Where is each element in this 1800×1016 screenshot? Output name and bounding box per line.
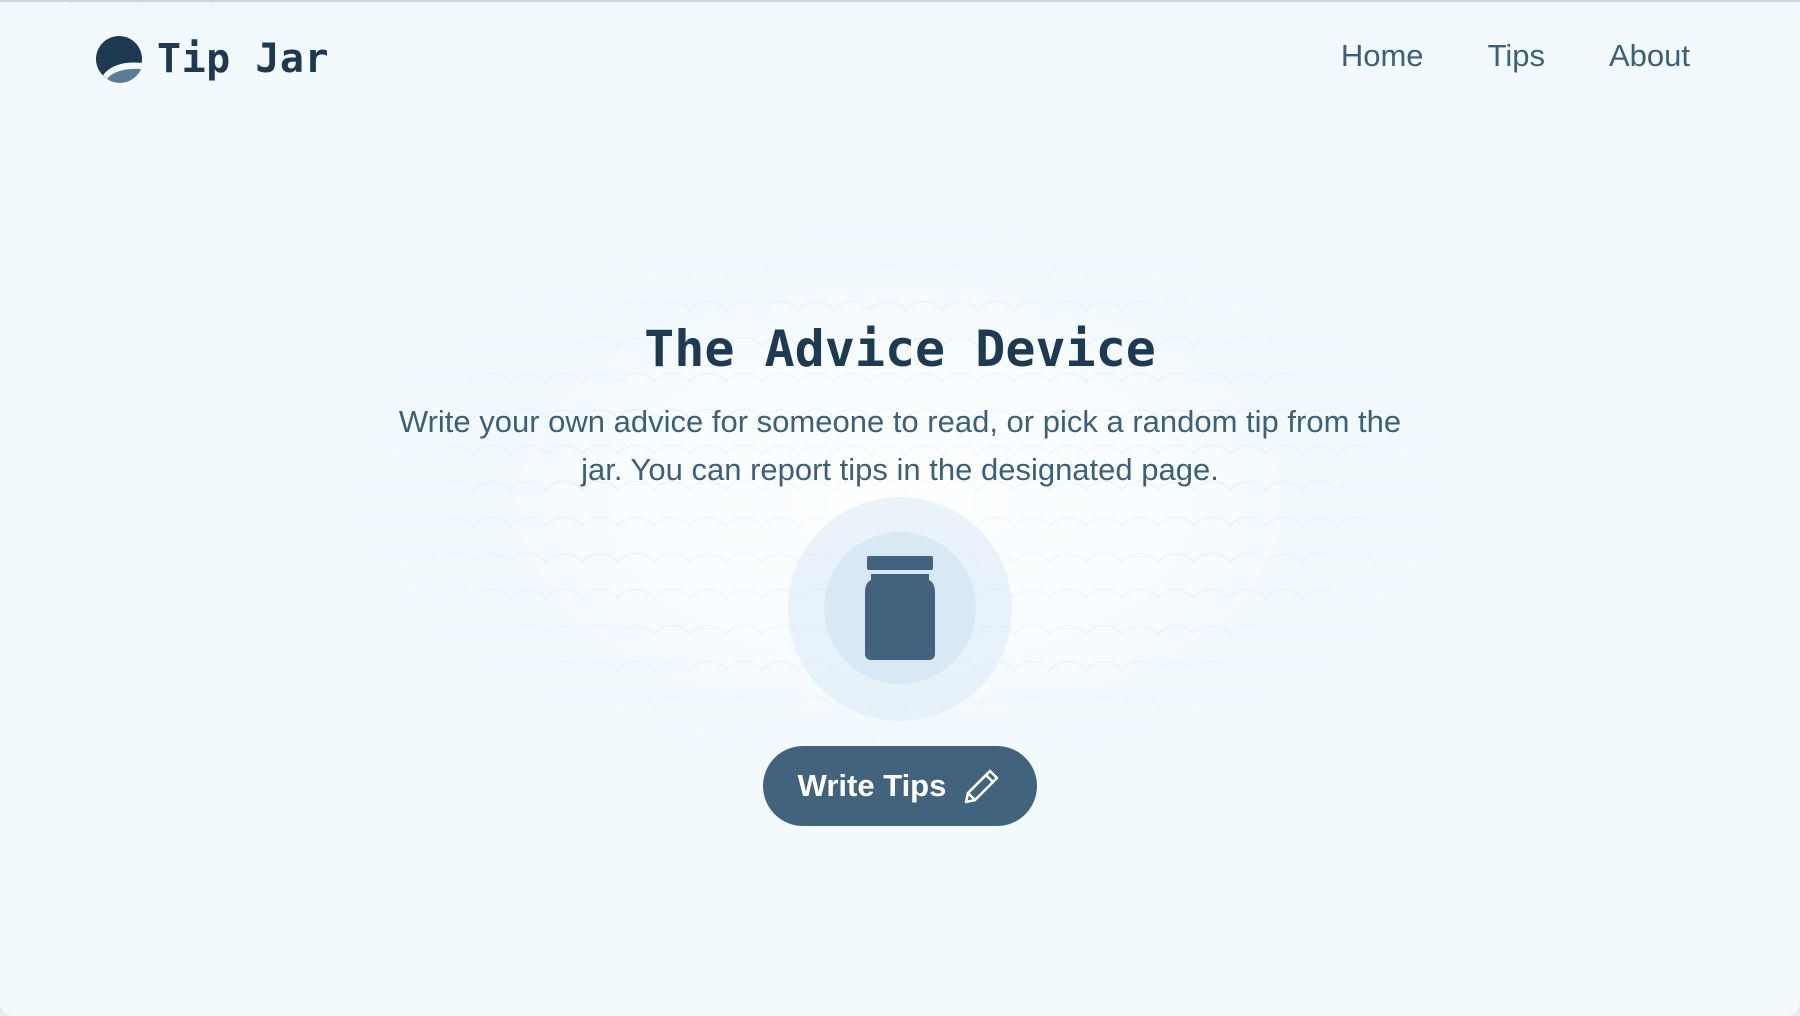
- brand[interactable]: Tip Jar: [95, 33, 329, 85]
- site-header: Tip Jar Home Tips About: [0, 2, 1800, 117]
- nav-home-link[interactable]: Home: [1341, 38, 1424, 74]
- write-tips-button[interactable]: Write Tips: [763, 746, 1037, 826]
- pencil-icon: [965, 769, 999, 804]
- nav-tips-link[interactable]: Tips: [1488, 38, 1545, 74]
- hero-title: The Advice Device: [644, 320, 1156, 378]
- write-tips-label: Write Tips: [797, 768, 947, 803]
- browser-window: Tip Jar Home Tips About The Advice Devic…: [0, 0, 1800, 1016]
- main-nav: Home Tips About: [1341, 38, 1690, 74]
- tip-jar-logo-icon: [96, 36, 142, 83]
- jar-circle[interactable]: [824, 532, 976, 684]
- hero-description: Write your own advice for someone to rea…: [398, 404, 1402, 487]
- jar-icon: [865, 556, 935, 660]
- nav-about-link[interactable]: About: [1609, 38, 1690, 74]
- brand-name: Tip Jar: [157, 36, 330, 82]
